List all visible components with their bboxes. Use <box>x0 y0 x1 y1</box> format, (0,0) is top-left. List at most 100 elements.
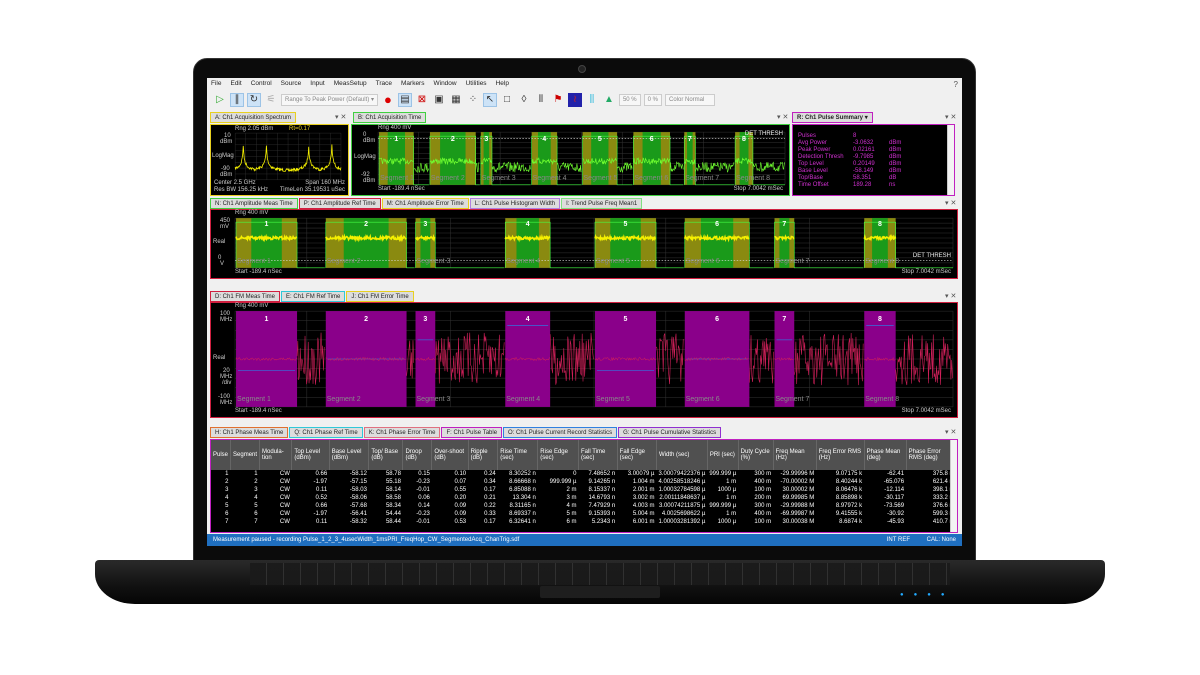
column-header[interactable]: Phase Mean (deg) <box>864 440 906 470</box>
amplitude-time-plot[interactable]: 1Segment 12Segment 23Segment 34Segment 4… <box>210 209 958 279</box>
column-header[interactable]: Top Level (dBm) <box>292 440 329 470</box>
tab-acquisition-spectrum[interactable]: A: Ch1 Acquisition Spectrum <box>210 112 296 123</box>
tab-ch1-pulse-histogram-width[interactable]: L: Ch1 Pulse Histogram Width <box>470 198 560 209</box>
tab-ch1-fm-ref-time[interactable]: E: Ch1 FM Ref Time <box>281 291 345 302</box>
pointer-icon[interactable]: ↖ <box>483 93 497 107</box>
table-row[interactable]: 44CW0.52-58.0658.580.060.200.2113.304 n3… <box>211 494 957 502</box>
tab-ch1-phase-error-time[interactable]: K: Ch1 Phase Error Time <box>364 427 441 438</box>
column-header[interactable]: Base Level (dBm) <box>329 440 369 470</box>
status-message: Measurement paused - recording Pulse_1_2… <box>213 537 519 543</box>
color-dropdown[interactable]: Color Normal <box>665 94 715 106</box>
column-header[interactable]: Segment <box>231 440 260 470</box>
menu-file[interactable]: File <box>211 81 221 87</box>
table-row[interactable]: 77CW0.11-58.3258.44-0.010.530.176.32641 … <box>211 518 957 526</box>
summary-unit: dBm <box>889 140 901 147</box>
table-row[interactable]: 11CW0.66-58.1258.780.150.100.248.30252 n… <box>211 470 957 478</box>
density-icon[interactable]: ▲ <box>602 93 616 107</box>
column-header[interactable]: Rise Edge (sec) <box>538 440 579 470</box>
spectrogram-icon[interactable]: ≀ <box>568 93 582 107</box>
record-file-icon[interactable]: ▤ <box>398 93 412 107</box>
table-row[interactable]: 55CW0.66-57.6858.340.140.090.228.31165 n… <box>211 502 957 510</box>
column-header[interactable]: Rise Time (sec) <box>498 440 538 470</box>
column-header[interactable]: Width (sec) <box>657 440 708 470</box>
summary-value: -3.0632 <box>853 140 889 147</box>
offset-field[interactable]: 0 % <box>644 94 662 106</box>
column-header[interactable]: Duty Cycle (%) <box>738 440 773 470</box>
column-header[interactable]: Pulse <box>211 440 231 470</box>
fm-time-plot[interactable]: 1Segment 12Segment 23Segment 34Segment 4… <box>210 302 958 418</box>
autorange-icon[interactable]: ⚟ <box>264 93 278 107</box>
panel-amp-controls[interactable]: ▾ ✕ <box>945 199 956 207</box>
column-header[interactable]: Ripple (dB) <box>468 440 498 470</box>
column-header[interactable]: Fall Edge (sec) <box>617 440 656 470</box>
marker-icon[interactable]: ◊ <box>517 93 531 107</box>
zoom-box-icon[interactable]: □ <box>500 93 514 107</box>
layout-icon[interactable]: ▣ <box>432 93 446 107</box>
table-row[interactable]: 66CW-1.97-56.4154.44-0.230.090.338.69337… <box>211 510 957 518</box>
menu-input[interactable]: Input <box>310 81 324 87</box>
spectrum-plot[interactable]: Rng 2.05 dBmRt=0.1710dBmLogMag-90dBmCent… <box>210 124 349 196</box>
column-header[interactable]: Top/ Base (dB) <box>369 440 403 470</box>
tab-ch1-phase-meas-time[interactable]: H: Ch1 Phase Meas Time <box>210 427 288 438</box>
table-row[interactable]: 22CW-1.97-57.1555.18-0.230.070.348.66668… <box>211 478 957 486</box>
menu-source[interactable]: Source <box>281 81 302 87</box>
column-header[interactable]: Freq Error RMS (Hz) <box>816 440 864 470</box>
menu-edit[interactable]: Edit <box>230 81 241 87</box>
table-cell: 376.6 m <box>906 502 956 510</box>
grid-layout-icon[interactable]: ▦ <box>449 93 463 107</box>
menu-trace[interactable]: Trace <box>376 81 392 87</box>
menu-control[interactable]: Control <box>251 81 272 87</box>
panel-b-controls[interactable]: ▾ ✕ <box>777 113 788 121</box>
tab-trend-pulse-freq-mean1[interactable]: I: Trend Pulse Freq Mean1 <box>561 198 642 209</box>
acquisition-time-plot[interactable]: 1Segment 12Segment 23Segment 34Segment 4… <box>351 124 790 196</box>
column-header[interactable]: PRI (sec) <box>707 440 738 470</box>
tab-acquisition-time[interactable]: B: Ch1 Acquisition Time <box>353 112 426 123</box>
help-button[interactable]: ? <box>954 80 958 89</box>
tab-ch1-pulse-current-record-statistics[interactable]: O: Ch1 Pulse Current Record Statistics <box>503 427 617 438</box>
waterfall-icon[interactable]: ⫼ <box>585 93 599 107</box>
column-header[interactable]: Modula-tion <box>260 440 292 470</box>
column-header[interactable]: Droop (dB) <box>403 440 432 470</box>
table-cell: 0.06 <box>403 494 432 502</box>
summary-scrollbar[interactable] <box>947 125 954 195</box>
menu-markers[interactable]: Markers <box>401 81 424 87</box>
pulse-number: 5 <box>624 221 628 228</box>
table-row[interactable]: 33CW0.11-58.0358.14-0.010.550.176.85088 … <box>211 486 957 494</box>
stop-time: Stop 7.0042 mSec <box>734 186 783 192</box>
restart-icon[interactable]: ↻ <box>247 93 261 107</box>
bar-marker-icon[interactable]: ⦀ <box>534 93 548 107</box>
tab-ch1-amplitude-error-time[interactable]: M: Ch1 Amplitude Error Time <box>382 198 469 209</box>
opacity-field[interactable]: 50 % <box>619 94 641 106</box>
panel-table-controls[interactable]: ▾ ✕ <box>945 428 956 436</box>
tab-pulse-summary[interactable]: R: Ch1 Pulse Summary ▾ <box>792 112 873 123</box>
tab-ch1-amplitude-meas-time[interactable]: N: Ch1 Amplitude Meas Time <box>210 198 298 209</box>
table-cell: 0.20 <box>432 494 468 502</box>
menu-window[interactable]: Window <box>433 81 456 87</box>
tab-ch1-fm-meas-time[interactable]: D: Ch1 FM Meas Time <box>210 291 280 302</box>
panel-fm-controls[interactable]: ▾ ✕ <box>945 292 956 300</box>
menu-utilities[interactable]: Utilities <box>466 81 487 87</box>
column-header[interactable]: Over-shoot (dB) <box>432 440 468 470</box>
range-dropdown[interactable]: Range To Peak Power (Default) ▾ <box>281 94 378 106</box>
peak-marker-icon[interactable]: ⚑ <box>551 93 565 107</box>
tab-ch1-pulse-table[interactable]: F: Ch1 Pulse Table <box>441 427 502 438</box>
table-scrollbar[interactable] <box>950 440 957 532</box>
menu-help[interactable]: Help <box>496 81 509 87</box>
column-header[interactable]: Freq Mean (Hz) <box>773 440 816 470</box>
table-cell: 1 <box>231 470 260 478</box>
menu-meassetup[interactable]: MeasSetup <box>334 81 367 87</box>
tab-ch1-fm-error-time[interactable]: J: Ch1 FM Error Time <box>346 291 413 302</box>
play-icon[interactable]: ▷ <box>213 93 227 107</box>
record-icon[interactable]: ● <box>381 93 395 107</box>
table-cell: 4 <box>231 494 260 502</box>
panel-r-controls[interactable]: ▾ ✕ <box>945 113 956 121</box>
tab-ch1-pulse-cumulative-statistics[interactable]: G: Ch1 Pulse Cumulative Statistics <box>618 427 721 438</box>
stop-record-icon[interactable]: ⊠ <box>415 93 429 107</box>
panel-a-controls[interactable]: ▾ ✕ <box>335 113 346 121</box>
tab-ch1-amplitude-ref-time[interactable]: P: Ch1 Amplitude Ref Time <box>299 198 381 209</box>
tab-ch1-phase-ref-time[interactable]: Q: Ch1 Phase Ref Time <box>289 427 362 438</box>
column-header[interactable]: Phase Error RMS (deg) <box>906 440 956 470</box>
column-header[interactable]: Fall Time (sec) <box>578 440 617 470</box>
pause-icon[interactable]: ∥ <box>230 93 244 107</box>
dots-layout-icon[interactable]: ⁘ <box>466 93 480 107</box>
